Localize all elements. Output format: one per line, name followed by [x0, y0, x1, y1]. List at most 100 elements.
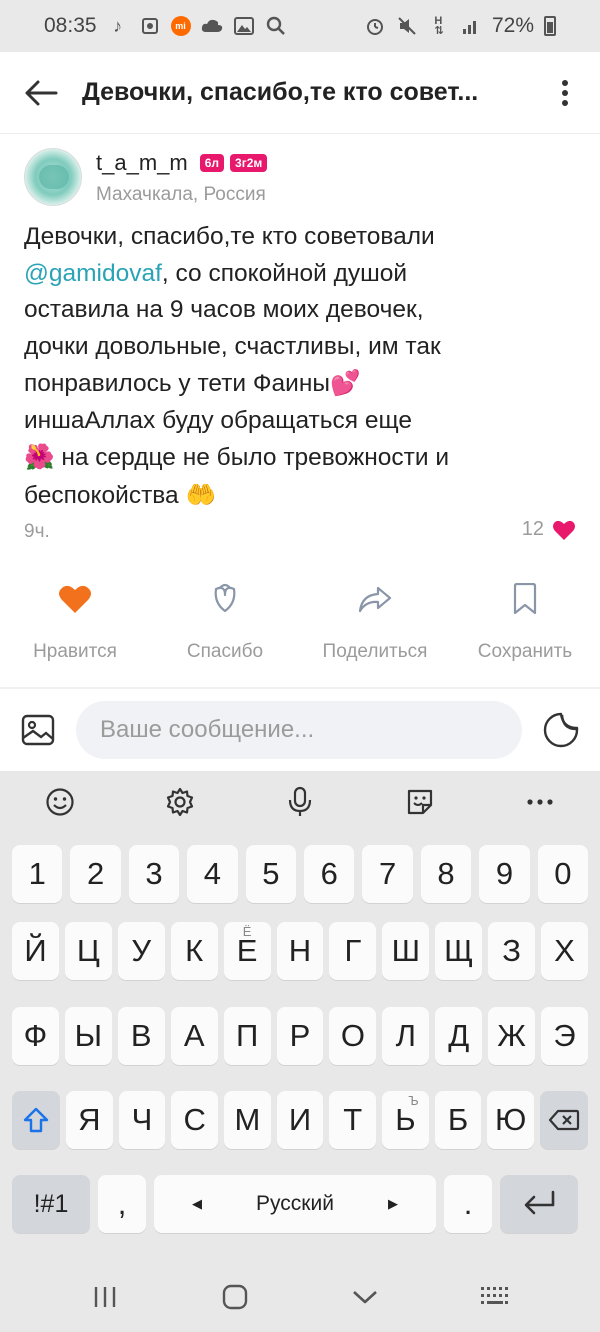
post-time: 9ч.	[24, 521, 50, 542]
key-letter[interactable]: Л	[382, 1007, 430, 1065]
key-letter[interactable]: Н	[276, 922, 324, 980]
sticker-keyboard-button[interactable]	[360, 771, 480, 833]
key-letter[interactable]: Ц	[64, 922, 112, 980]
post-line: Девочки, спасибо,те кто советовали	[24, 223, 435, 250]
key-letter[interactable]: О	[329, 1007, 377, 1065]
keyboard-settings-button[interactable]	[120, 771, 240, 833]
emoji-button[interactable]	[0, 771, 120, 833]
post-text: Девочки, спасибо,те кто советовали @gami…	[24, 219, 576, 514]
post-line: беспокойства 🤲	[24, 477, 576, 515]
key-letter[interactable]: Щ	[435, 922, 483, 980]
like-label: Нравится	[33, 641, 117, 662]
arrow-left-icon	[25, 80, 58, 105]
key-letter[interactable]: Ю	[487, 1091, 535, 1149]
key-letter[interactable]: Ж	[488, 1007, 536, 1065]
backspace-key[interactable]	[540, 1091, 589, 1149]
heart-filled-icon	[59, 585, 91, 613]
author-username[interactable]: t_a_m_m	[96, 150, 188, 176]
number-row: 1 2 3 4 5 6 7 8 9 0	[12, 845, 589, 903]
key-9[interactable]: 9	[479, 845, 530, 903]
key-letter[interactable]: З	[488, 922, 536, 980]
key-letter[interactable]: Б	[434, 1091, 482, 1149]
key-4[interactable]: 4	[187, 845, 238, 903]
key-letter[interactable]: С	[171, 1091, 219, 1149]
comma-key[interactable]: ,	[98, 1175, 146, 1233]
author-row[interactable]: t_a_m_m 6л 3г2м Махачкала, Россия	[24, 148, 268, 206]
key-letter[interactable]: К	[170, 922, 218, 980]
key-letter[interactable]: У	[117, 922, 165, 980]
caret-left-icon: ◀	[192, 1196, 202, 1211]
key-letter[interactable]: В	[117, 1007, 165, 1065]
keyboard-more-button[interactable]	[480, 771, 600, 833]
post-line-text: понравилось у тети Фаины	[24, 370, 330, 397]
shift-key[interactable]	[12, 1091, 60, 1149]
flower-emoji: 🌺	[24, 442, 55, 471]
key-1[interactable]: 1	[12, 845, 63, 903]
symbols-key[interactable]: !#1	[12, 1175, 90, 1233]
post-line-rest: , со спокойной душой	[161, 259, 408, 287]
sticker-button[interactable]	[522, 689, 600, 771]
key-7[interactable]: 7	[362, 845, 413, 903]
attach-image-button[interactable]	[0, 689, 76, 771]
letter-row-2: Ф Ы В А П Р О Л Д Ж Э	[12, 1007, 588, 1065]
key-letter[interactable]: Г	[329, 922, 377, 980]
hearts-emoji: 💕	[330, 368, 361, 397]
key-letter[interactable]: Т	[329, 1091, 377, 1149]
recents-button[interactable]	[65, 1267, 145, 1327]
share-button[interactable]: Поделиться	[300, 575, 450, 665]
key-letter[interactable]: Й	[12, 922, 59, 980]
recents-icon	[94, 1286, 116, 1307]
key-letter[interactable]: Д	[435, 1007, 483, 1065]
sticker-icon	[543, 712, 579, 748]
message-input[interactable]	[76, 701, 522, 759]
key-3[interactable]: 3	[128, 845, 180, 903]
back-button[interactable]	[0, 52, 82, 134]
key-6[interactable]: 6	[304, 845, 355, 903]
avatar[interactable]	[24, 148, 82, 206]
key-5[interactable]: 5	[245, 845, 297, 903]
more-options-button[interactable]	[530, 52, 600, 134]
key-letter[interactable]: Ы	[64, 1007, 112, 1065]
hide-keyboard-button[interactable]	[325, 1267, 405, 1327]
like-counter[interactable]: 12	[522, 518, 576, 541]
key-letter[interactable]: Р	[276, 1007, 324, 1065]
key-letter[interactable]: П	[223, 1007, 271, 1065]
post-card: t_a_m_m 6л 3г2м Махачкала, Россия Девочк…	[0, 135, 600, 687]
app-header: Девочки, спасибо,те кто совет...	[0, 52, 600, 134]
home-button[interactable]	[195, 1267, 275, 1327]
mention-link[interactable]: @gamidovaf	[24, 260, 162, 287]
key-letter[interactable]: Ш	[382, 922, 430, 980]
key-letter[interactable]: Я	[66, 1091, 113, 1149]
key-letter[interactable]: И	[276, 1091, 324, 1149]
key-letter[interactable]: Х	[541, 922, 588, 980]
more-icon	[527, 799, 553, 805]
thanks-button[interactable]: Спасибо	[150, 575, 300, 665]
key-letter[interactable]: Ф	[12, 1007, 59, 1065]
key-2[interactable]: 2	[70, 845, 121, 903]
like-button[interactable]: Нравится	[0, 575, 150, 665]
key-8[interactable]: 8	[420, 845, 472, 903]
key-letter[interactable]: А	[170, 1007, 218, 1065]
voice-input-button[interactable]	[240, 771, 360, 833]
status-time: 08:35	[44, 14, 97, 37]
save-button[interactable]: Сохранить	[450, 575, 600, 665]
sticker-icon	[407, 789, 433, 815]
space-key[interactable]: ◀ Русский ▶	[154, 1175, 436, 1233]
key-letter[interactable]: Ч	[118, 1091, 166, 1149]
share-icon	[358, 586, 392, 613]
key-letter[interactable]: М	[224, 1091, 271, 1149]
key-letter-soft[interactable]: ЪЬ	[382, 1091, 429, 1149]
post-line-text: беспокойства	[24, 481, 186, 509]
network-icon: H ⇅	[434, 15, 444, 37]
share-label: Поделиться	[322, 641, 428, 662]
key-0[interactable]: 0	[537, 845, 589, 903]
key-letter-e[interactable]: ЁЕ	[223, 922, 271, 980]
enter-key[interactable]	[500, 1175, 578, 1233]
key-letter[interactable]: Э	[541, 1007, 588, 1065]
alarm-icon	[364, 15, 386, 37]
signal-icon	[460, 15, 482, 37]
more-vertical-icon	[562, 79, 568, 106]
keyboard-switch-button[interactable]	[455, 1267, 535, 1327]
dot-key[interactable]: .	[444, 1175, 492, 1233]
post-line: понравилось у тети Фаины💕	[24, 365, 576, 403]
